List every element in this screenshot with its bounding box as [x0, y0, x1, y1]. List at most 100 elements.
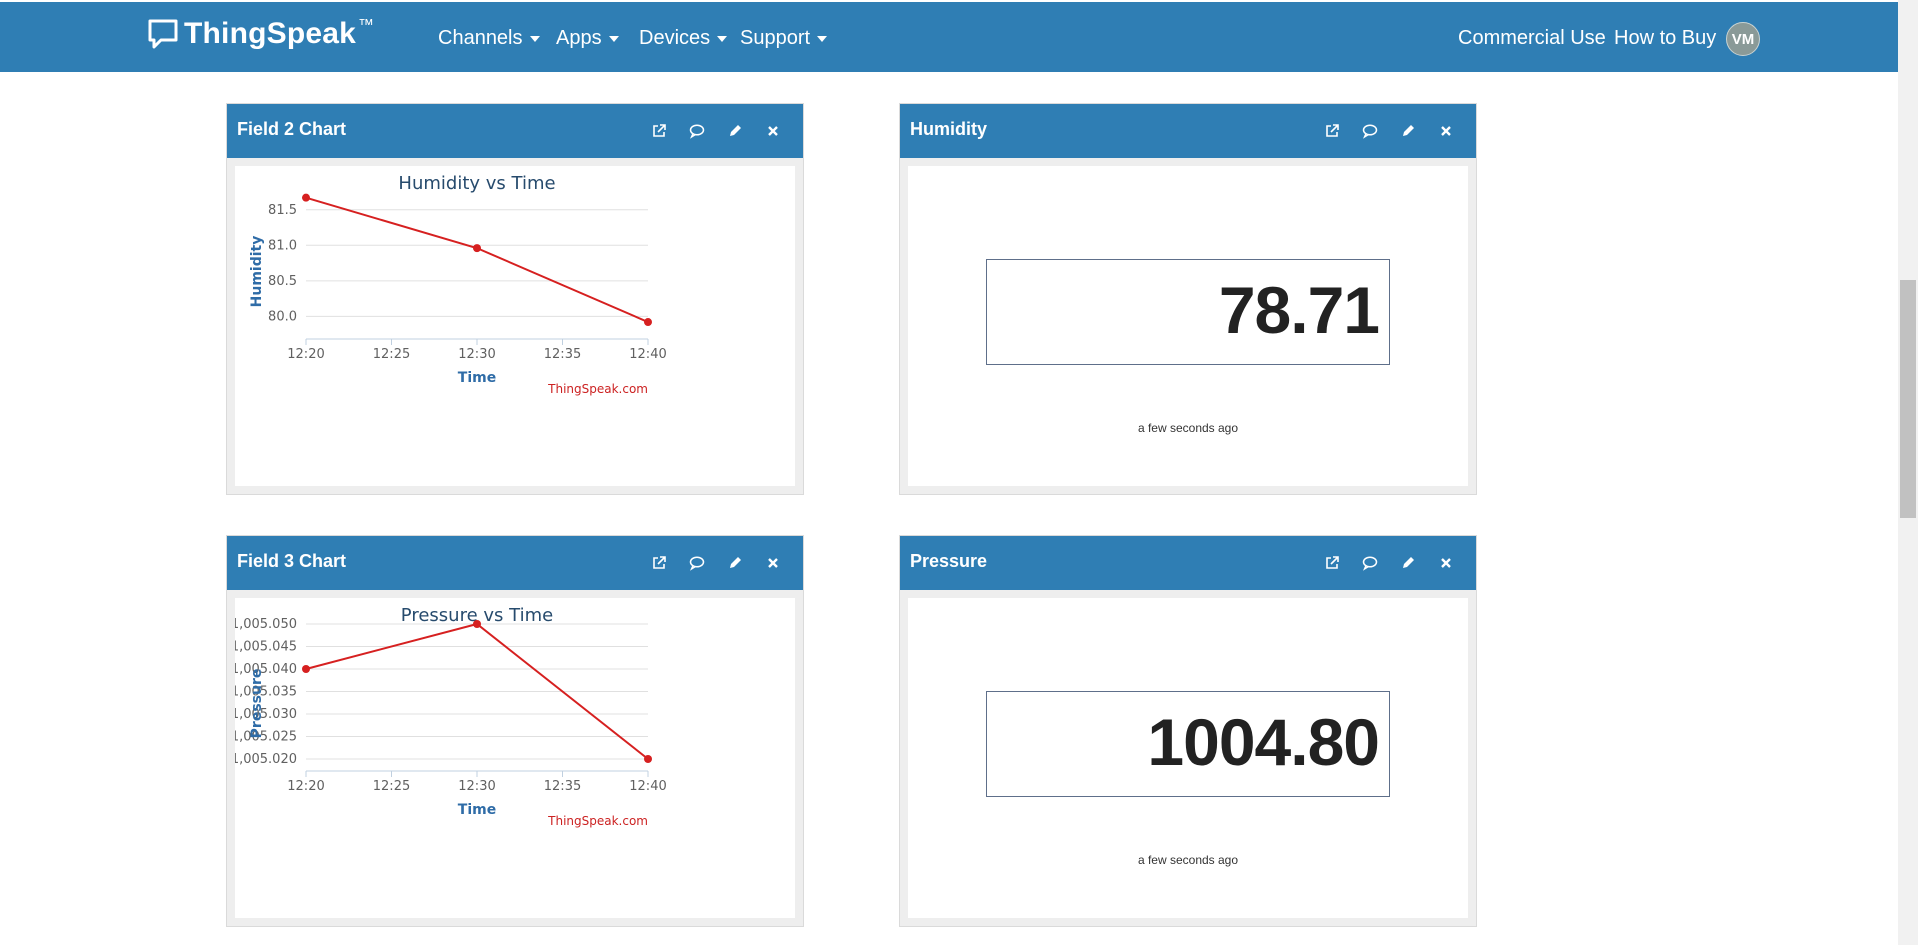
last-updated: a few seconds ago: [1137, 853, 1239, 867]
nav-devices[interactable]: Devices: [639, 27, 728, 50]
caret-down-icon: [817, 35, 828, 42]
widget-field-2-chart: Field 2 Chart Humidity vs Time 80.0 80.5 81…: [226, 103, 804, 495]
close-icon[interactable]: [1436, 121, 1456, 141]
scrollbar-thumb[interactable]: [1900, 280, 1916, 518]
last-updated: a few seconds ago: [1137, 421, 1239, 435]
y-axis-title: Pressure: [249, 669, 265, 739]
caret-down-icon: [717, 35, 728, 42]
caret-down-icon: [529, 35, 540, 42]
nav-devices-label: Devices: [639, 27, 711, 49]
widget-header: Field 3 Chart: [227, 536, 803, 590]
y-tick-label: 1,005.040: [235, 662, 297, 677]
external-link-icon[interactable]: [649, 121, 669, 141]
external-link-icon[interactable]: [1322, 121, 1342, 141]
y-tick-label: 1,005.020: [235, 752, 297, 767]
data-point: [302, 665, 310, 673]
widget-title: Field 3 Chart: [237, 551, 347, 571]
x-tick-label: 12:30: [458, 779, 495, 794]
nav-support[interactable]: Support: [740, 27, 828, 50]
y-tick-label: 1,005.035: [235, 685, 297, 700]
widget-tools: [1322, 553, 1456, 573]
chart-credit: ThingSpeak.com: [547, 814, 648, 828]
chart-area: Humidity vs Time 80.0 80.5 81.0 81.5 12:20 12:…: [235, 166, 795, 486]
pencil-icon[interactable]: [1398, 121, 1418, 141]
widget-header: Humidity: [900, 104, 1476, 158]
y-axis-title: Humidity: [249, 236, 265, 308]
humidity-value: 78.71: [1218, 273, 1380, 347]
series-line: [305, 196, 649, 323]
y-tick-label: 1,005.030: [235, 707, 297, 722]
chart-title: Humidity vs Time: [398, 173, 555, 194]
x-axis-title: Time: [458, 802, 496, 818]
widget-header: Pressure: [900, 536, 1476, 590]
brand-name: ThingSpeak: [184, 17, 357, 50]
value-box: 78.71: [986, 259, 1390, 365]
x-tick-label: 12:40: [629, 779, 666, 794]
external-link-icon[interactable]: [1322, 553, 1342, 573]
close-icon[interactable]: [1436, 553, 1456, 573]
x-tick-label: 12:25: [373, 347, 410, 362]
pencil-icon[interactable]: [725, 553, 745, 573]
y-tick-label: 1,005.050: [235, 617, 297, 632]
value-box: 1004.80: [986, 691, 1390, 797]
x-axis-title: Time: [458, 370, 496, 386]
widget-tools: [1322, 121, 1456, 141]
comment-icon[interactable]: [1360, 553, 1380, 573]
x-tick-label: 12:20: [287, 779, 324, 794]
chart-area: Pressure vs Time 1,005.020 1,005.025 1,005.…: [235, 598, 795, 918]
close-icon[interactable]: [763, 121, 783, 141]
pencil-icon[interactable]: [1398, 553, 1418, 573]
y-tick-label: 1,005.045: [235, 640, 297, 655]
widget-humidity: Humidity 78.71 a few seconds ago: [899, 103, 1477, 495]
data-point: [302, 193, 310, 202]
data-point: [473, 244, 481, 253]
nav-channels[interactable]: Channels: [438, 27, 540, 50]
widget-title: Field 2 Chart: [237, 119, 347, 139]
nav-apps[interactable]: Apps: [556, 27, 619, 50]
y-tick-label: 80.5: [268, 274, 297, 289]
nav-channels-label: Channels: [438, 27, 523, 49]
widget-title: Pressure: [910, 551, 988, 571]
widget-field-3-chart: Field 3 Chart Pressure vs Time 1,005.020 1…: [226, 535, 804, 927]
x-tick-label: 12:30: [458, 347, 495, 362]
x-tick-label: 12:20: [287, 347, 324, 362]
y-tick-label: 80.0: [268, 309, 297, 324]
commercial-use-link[interactable]: Commercial Use: [1458, 27, 1606, 50]
humidity-chart: Humidity vs Time 80.0 80.5 81.0 81.5 12:20 12:…: [249, 173, 667, 396]
how-to-buy-link[interactable]: How to Buy: [1614, 27, 1716, 50]
numeric-display: 1004.80 a few seconds ago: [908, 598, 1468, 918]
data-point: [644, 318, 652, 327]
pressure-value: 1004.80: [1147, 705, 1380, 779]
brand-logo[interactable]: ThingSpeak ™: [148, 17, 374, 51]
avatar[interactable]: VM: [1726, 22, 1760, 56]
external-link-icon[interactable]: [649, 553, 669, 573]
x-tick-label: 12:40: [629, 347, 666, 362]
numeric-display: 78.71 a few seconds ago: [908, 166, 1468, 486]
x-tick-label: 12:35: [544, 779, 581, 794]
chart-credit: ThingSpeak.com: [547, 382, 648, 396]
top-navbar: ThingSpeak ™ Channels Apps Devices Suppor…: [0, 2, 1898, 72]
widget-tools: [649, 553, 783, 573]
data-point: [644, 755, 652, 763]
widget-pressure: Pressure 1004.80 a few seconds ago: [899, 535, 1477, 927]
caret-down-icon: [608, 35, 619, 42]
nav-apps-label: Apps: [556, 27, 602, 49]
y-tick-label: 1,005.025: [235, 730, 297, 745]
pressure-chart: Pressure vs Time1,005.0201,005.0251,005.…: [235, 605, 667, 828]
x-tick-label: 12:35: [544, 347, 581, 362]
close-icon[interactable]: [763, 553, 783, 573]
nav-support-label: Support: [740, 27, 811, 49]
comment-icon[interactable]: [687, 553, 707, 573]
y-tick-label: 81.5: [268, 203, 297, 218]
y-tick-label: 81.0: [268, 238, 297, 253]
widget-title: Humidity: [910, 119, 988, 139]
widget-header: Field 2 Chart: [227, 104, 803, 158]
speech-bubble-icon: [148, 19, 178, 49]
widget-tools: [649, 121, 783, 141]
data-point: [473, 620, 481, 628]
comment-icon[interactable]: [1360, 121, 1380, 141]
pencil-icon[interactable]: [725, 121, 745, 141]
trademark: ™: [358, 17, 375, 34]
comment-icon[interactable]: [687, 121, 707, 141]
x-tick-label: 12:25: [373, 779, 410, 794]
